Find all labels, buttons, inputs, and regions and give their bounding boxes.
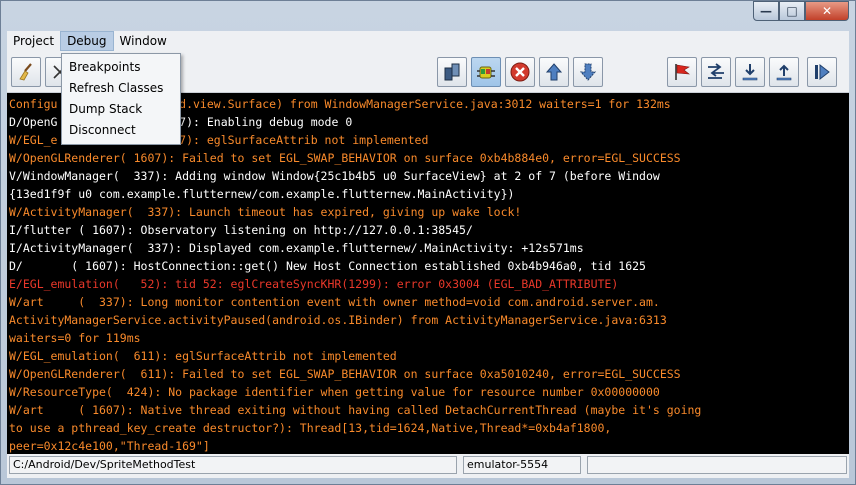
- log-line-text: {13ed1f9f u0 com.example.flutternew/com.…: [9, 187, 515, 201]
- broom-icon[interactable]: [11, 57, 41, 87]
- log-line: to use a pthread_key_create destructor?)…: [9, 419, 849, 437]
- menu-debug[interactable]: Debug: [60, 31, 114, 51]
- log-line-text: ActivityManagerService.activityPaused(an…: [9, 313, 667, 327]
- log-line: peer=0x12c4e100,"Thread-169"]: [9, 437, 849, 454]
- log-line-text: W/art ( 337): Long monitor contention ev…: [9, 295, 660, 309]
- log-line: W/ActivityManager( 337): Launch timeout …: [9, 203, 849, 221]
- log-line: ActivityManagerService.activityPaused(an…: [9, 311, 849, 329]
- log-line-text: W/OpenGLRenderer( 611): Failed to set EG…: [9, 367, 681, 381]
- log-line-text: W/ActivityManager( 337): Launch timeout …: [9, 205, 522, 219]
- log-line-text: I/flutter ( 1607): Observatory listening…: [9, 223, 473, 237]
- log-line-text: D/ ( 1607): HostConnection::get() New Ho…: [9, 259, 646, 273]
- log-line: W/OpenGLRenderer( 611): Failed to set EG…: [9, 365, 849, 383]
- log-line: I/ActivityManager( 337): Displayed com.e…: [9, 239, 849, 257]
- log-line: I/flutter ( 1607): Observatory listening…: [9, 221, 849, 239]
- log-line-text: D/OpenG: [9, 115, 58, 129]
- menu-item-disconnect[interactable]: Disconnect: [62, 120, 180, 141]
- log-line-text: peer=0x12c4e100,"Thread-169"]: [9, 439, 210, 453]
- log-line: E/EGL_emulation( 52): tid 52: eglCreateS…: [9, 275, 849, 293]
- log-line-text: W/EGL_e: [9, 133, 58, 147]
- step-out-icon[interactable]: [769, 57, 799, 87]
- menu-item-refresh-classes[interactable]: Refresh Classes: [62, 78, 180, 99]
- step-into-icon[interactable]: [735, 57, 765, 87]
- log-line: D/ ( 1607): HostConnection::get() New Ho…: [9, 257, 849, 275]
- logcat-console[interactable]: Configu d.view.Surface) from WindowManage…: [7, 93, 849, 454]
- log-line: W/EGL_emulation( 611): eglSurfaceAttrib …: [9, 347, 849, 365]
- android-bug-icon[interactable]: [471, 57, 501, 87]
- console-lines: Configu d.view.Surface) from WindowManage…: [7, 93, 849, 454]
- stop-icon[interactable]: [505, 57, 535, 87]
- log-line: waiters=0 for 119ms: [9, 329, 849, 347]
- log-line: W/art ( 1607): Native thread exiting wit…: [9, 401, 849, 419]
- log-line: W/art ( 337): Long monitor contention ev…: [9, 293, 849, 311]
- status-extra: [587, 456, 847, 474]
- step-up-icon[interactable]: [539, 57, 569, 87]
- log-line: W/ResourceType( 424): No package identif…: [9, 383, 849, 401]
- project-path: C:/Android/Dev/SpriteMethodTest: [9, 456, 457, 474]
- log-line-text: to use a pthread_key_create destructor?)…: [9, 421, 612, 435]
- close-button[interactable]: ✕: [805, 1, 849, 21]
- resume-icon[interactable]: [807, 57, 837, 87]
- step-over-icon[interactable]: [701, 57, 731, 87]
- app-window: — □ ✕ Project Debug Window Configu d.vie…: [0, 0, 856, 485]
- maximize-button[interactable]: □: [779, 1, 805, 21]
- device-name: emulator-5554: [463, 456, 581, 474]
- window-controls: — □ ✕: [753, 1, 849, 21]
- title-bar: — □ ✕: [1, 1, 855, 29]
- flag-icon[interactable]: [667, 57, 697, 87]
- log-line-text-continued: d.view.Surface) from WindowManagerServic…: [179, 97, 671, 111]
- log-line: {13ed1f9f u0 com.example.flutternew/com.…: [9, 185, 849, 203]
- step-down-icon[interactable]: [573, 57, 603, 87]
- log-line: W/OpenGLRenderer( 1607): Failed to set E…: [9, 149, 849, 167]
- minimize-button[interactable]: —: [753, 1, 779, 21]
- menu-item-dump-stack[interactable]: Dump Stack: [62, 99, 180, 120]
- menu-item-breakpoints[interactable]: Breakpoints: [62, 57, 180, 78]
- menu-bar: Project Debug Window: [7, 31, 849, 51]
- log-line-text: E/EGL_emulation( 52): tid 52: eglCreateS…: [9, 277, 619, 291]
- log-line-text-continued: 7): Enabling debug mode 0: [179, 115, 353, 129]
- menu-window[interactable]: Window: [114, 31, 173, 51]
- log-line: V/WindowManager( 337): Adding window Win…: [9, 167, 849, 185]
- log-line-text: waiters=0 for 119ms: [9, 331, 141, 345]
- log-line-text: W/ResourceType( 424): No package identif…: [9, 385, 660, 399]
- status-bar: C:/Android/Dev/SpriteMethodTest emulator…: [7, 456, 849, 474]
- debug-menu-dropdown: Breakpoints Refresh Classes Dump Stack D…: [61, 53, 181, 145]
- devices-icon[interactable]: [437, 57, 467, 87]
- log-line-text: W/art ( 1607): Native thread exiting wit…: [9, 403, 702, 417]
- log-line-text: W/EGL_emulation( 611): eglSurfaceAttrib …: [9, 349, 397, 363]
- menu-project[interactable]: Project: [7, 31, 60, 51]
- log-line-text: I/ActivityManager( 337): Displayed com.e…: [9, 241, 584, 255]
- log-line-text: Configu: [9, 97, 58, 111]
- log-line-text-continued: 7): eglSurfaceAttrib not implemented: [179, 133, 429, 147]
- log-line-text: W/OpenGLRenderer( 1607): Failed to set E…: [9, 151, 681, 165]
- log-line-text: V/WindowManager( 337): Adding window Win…: [9, 169, 660, 183]
